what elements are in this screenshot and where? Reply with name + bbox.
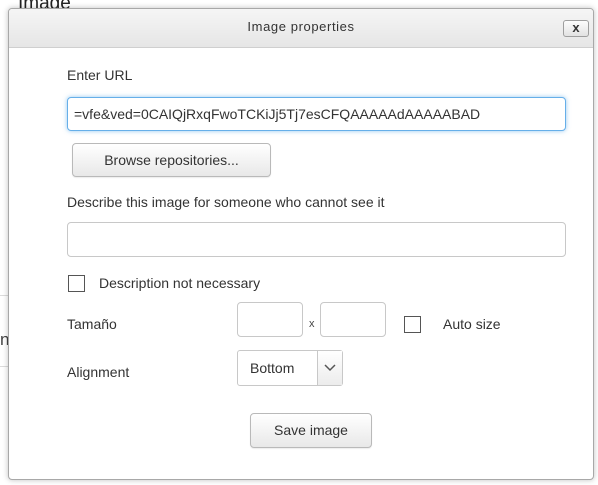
alignment-select-arrow: [317, 351, 342, 385]
chevron-down-icon: [324, 364, 336, 372]
close-icon: x: [572, 20, 580, 35]
alignment-label: Alignment: [67, 364, 130, 380]
close-button[interactable]: x: [563, 20, 589, 37]
auto-size-checkbox[interactable]: [404, 316, 421, 333]
height-input[interactable]: [320, 302, 386, 337]
image-properties-dialog: Image properties x Enter URL =vfe&ved=0C…: [8, 8, 594, 480]
size-separator: x: [309, 318, 315, 330]
description-input[interactable]: [67, 222, 566, 257]
dialog-title: Image properties: [247, 19, 355, 34]
url-input-value: =vfe&ved=0CAIQjRxqFwoTCKiJj5Tj7esCFQAAAA…: [74, 106, 481, 122]
alignment-select[interactable]: Bottom: [237, 350, 343, 386]
url-input[interactable]: =vfe&ved=0CAIQjRxqFwoTCKiJj5Tj7esCFQAAAA…: [67, 97, 566, 131]
dialog-titlebar: Image properties x: [9, 9, 593, 48]
auto-size-label: Auto size: [443, 316, 501, 332]
width-input[interactable]: [237, 302, 303, 337]
description-label: Describe this image for someone who cann…: [67, 194, 385, 210]
browse-repositories-button[interactable]: Browse repositories...: [72, 143, 271, 177]
save-image-button[interactable]: Save image: [250, 413, 372, 448]
url-label: Enter URL: [67, 67, 133, 83]
description-not-necessary-label: Description not necessary: [99, 275, 261, 291]
alignment-selected-value: Bottom: [250, 360, 295, 376]
size-label: Tamaño: [67, 316, 117, 332]
description-not-necessary-checkbox[interactable]: [68, 275, 85, 292]
